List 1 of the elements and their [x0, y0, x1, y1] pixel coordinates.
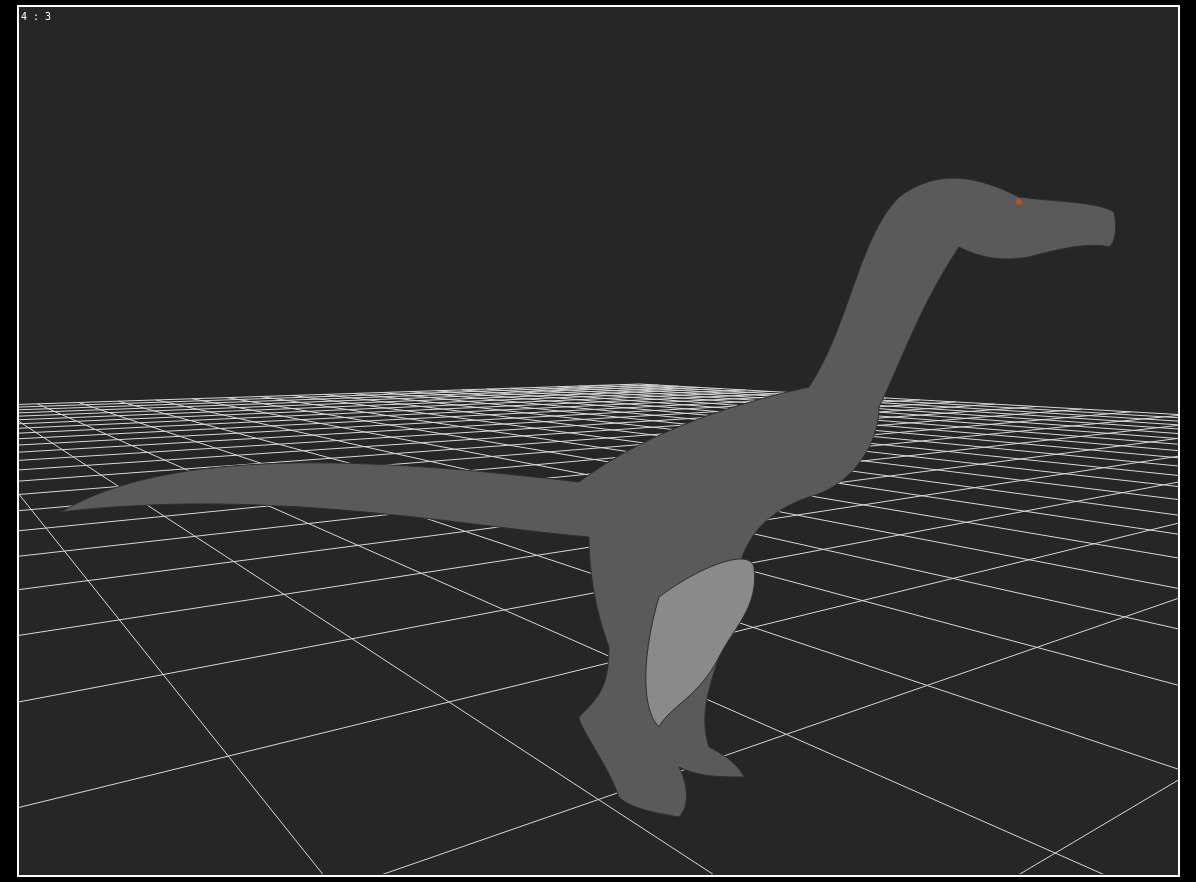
aspect-ratio-label: 4 : 3 [21, 10, 52, 24]
